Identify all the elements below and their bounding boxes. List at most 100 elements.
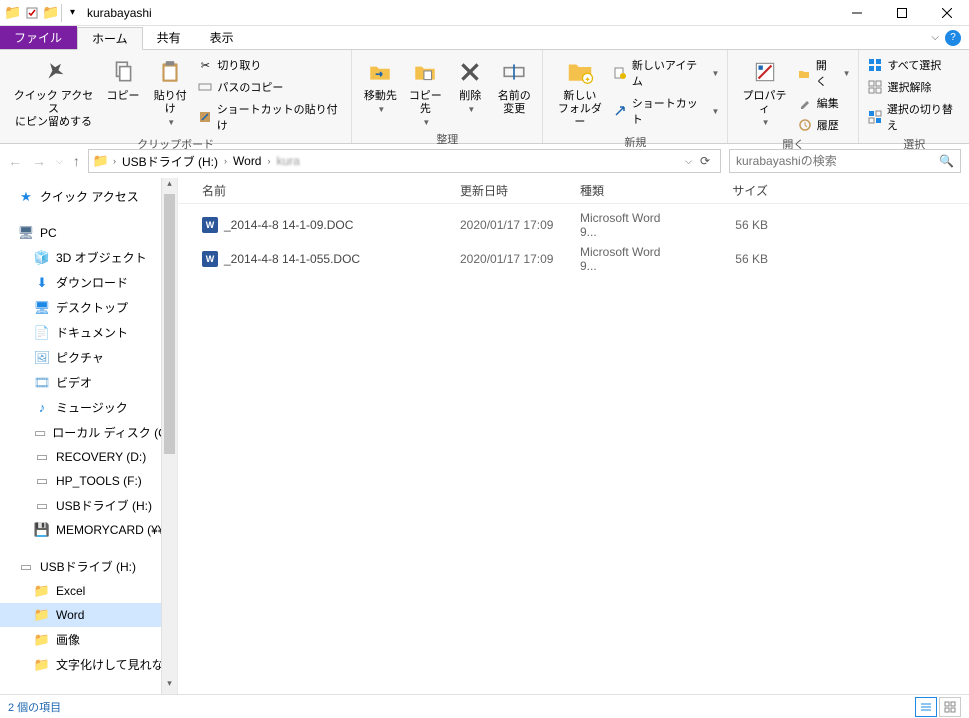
nav-pc-child[interactable]: ♪ミュージック	[0, 395, 177, 420]
scrollbar-thumb[interactable]	[164, 194, 175, 454]
nav-usb-child[interactable]: 📁画像	[0, 627, 177, 652]
breadcrumb-bar[interactable]: 📁 › USBドライブ (H:) › Word › kura ⌵ ⟳	[88, 149, 721, 173]
navigation-pane[interactable]: ★クイック アクセス 🖥PC 🧊3D オブジェクト⬇ダウンロード🖥デスクトップ📄…	[0, 178, 178, 694]
tab-share[interactable]: 共有	[143, 26, 196, 49]
nav-pc-child[interactable]: ⬇ダウンロード	[0, 270, 177, 295]
view-details-button[interactable]	[915, 697, 937, 717]
up-button[interactable]: ↑	[73, 153, 80, 169]
chevron-icon[interactable]: ›	[266, 156, 271, 166]
help-button[interactable]: ?	[945, 30, 961, 46]
ribbon-tabs: ファイル ホーム 共有 表示 ⌵ ?	[0, 26, 969, 50]
select-none-button[interactable]: 選択解除	[865, 78, 963, 96]
copy-button[interactable]: コピー	[101, 54, 145, 105]
nav-usb-child[interactable]: 📁Word	[0, 603, 177, 627]
recent-dropdown[interactable]: ⌵	[56, 156, 63, 167]
properties-button[interactable]: プロパティ ▼	[734, 54, 794, 129]
shortcut-button[interactable]: ショートカット▼	[610, 94, 721, 128]
column-size[interactable]: サイズ	[686, 182, 776, 199]
nav-pc-child[interactable]: ▭ローカル ディスク (C:)	[0, 420, 177, 445]
nav-pc[interactable]: 🖥PC	[0, 221, 177, 245]
file-type: Microsoft Word 9...	[572, 245, 686, 273]
back-button[interactable]: ←	[8, 153, 22, 169]
scroll-down-icon[interactable]: ▾	[162, 678, 177, 694]
scrollbar[interactable]: ▴ ▾	[161, 178, 177, 694]
column-headers: 名前 更新日時 種類 サイズ	[178, 178, 969, 204]
delete-button[interactable]: 削除 ▼	[448, 54, 492, 116]
file-row[interactable]: W_2014-4-8 14-1-055.DOC 2020/01/17 17:09…	[178, 242, 969, 276]
chevron-icon[interactable]: ›	[223, 156, 228, 166]
file-date: 2020/01/17 17:09	[452, 252, 572, 266]
column-name[interactable]: 名前	[194, 182, 452, 199]
word-doc-icon: W	[202, 217, 218, 233]
invert-selection-button[interactable]: 選択の切り替え	[865, 100, 963, 134]
nav-pc-child[interactable]: ▭RECOVERY (D:)	[0, 445, 177, 469]
nav-pc-child[interactable]: 💾MEMORYCARD (¥¥	[0, 518, 177, 542]
close-button[interactable]	[924, 0, 969, 26]
move-to-button[interactable]: 移動先 ▼	[358, 54, 402, 116]
group-select: すべて選択 選択解除 選択の切り替え 選択	[859, 50, 969, 143]
view-large-icons-button[interactable]	[939, 697, 961, 717]
file-type: Microsoft Word 9...	[572, 211, 686, 239]
nav-quick-access[interactable]: ★クイック アクセス	[0, 184, 177, 209]
ribbon-collapse[interactable]: ⌵	[931, 32, 939, 43]
new-item-button[interactable]: 新しいアイテム▼	[610, 56, 721, 90]
minimize-button[interactable]	[834, 0, 879, 26]
new-folder-button[interactable]: ✦ 新しい フォルダー	[549, 54, 610, 132]
breadcrumb-item[interactable]: Word	[229, 150, 265, 172]
file-row[interactable]: W_2014-4-8 14-1-09.DOC 2020/01/17 17:09 …	[178, 208, 969, 242]
dropdown-icon[interactable]: ⌵	[685, 156, 692, 167]
nav-usb-child[interactable]: 📁Excel	[0, 579, 177, 603]
maximize-button[interactable]	[879, 0, 924, 26]
search-icon[interactable]: 🔍	[939, 154, 954, 168]
edit-icon	[797, 95, 813, 111]
nav-usb-drive[interactable]: ▭USBドライブ (H:)	[0, 554, 177, 579]
pin-quick-access-button[interactable]: クイック アクセス にピン留めする	[6, 54, 101, 132]
status-bar: 2 個の項目	[0, 694, 969, 718]
file-list[interactable]: W_2014-4-8 14-1-09.DOC 2020/01/17 17:09 …	[178, 204, 969, 694]
chevron-icon[interactable]: ›	[112, 156, 117, 166]
rename-button[interactable]: 名前の 変更	[492, 54, 536, 118]
column-type[interactable]: 種類	[572, 182, 686, 199]
picture-icon: 🖼	[34, 350, 50, 366]
open-button[interactable]: 開く▼	[795, 56, 853, 90]
nav-pc-child[interactable]: ▭HP_TOOLS (F:)	[0, 469, 177, 493]
nav-network[interactable]: ⚙ネットワーク	[0, 689, 177, 694]
cut-button[interactable]: ✂切り取り	[195, 56, 345, 74]
paste-button[interactable]: 貼り付け ▼	[145, 54, 195, 129]
tab-file[interactable]: ファイル	[0, 26, 77, 49]
refresh-button[interactable]: ⟳	[700, 154, 710, 168]
dropdown-icon: ▼	[422, 118, 430, 127]
column-date[interactable]: 更新日時	[452, 182, 572, 199]
select-all-button[interactable]: すべて選択	[865, 56, 963, 74]
tab-view[interactable]: 表示	[196, 26, 249, 49]
breadcrumb-item[interactable]: USBドライブ (H:)	[118, 150, 222, 172]
drive-icon: ▭	[18, 559, 34, 575]
breadcrumb-item[interactable]: kura	[272, 150, 303, 172]
group-clipboard: クイック アクセス にピン留めする コピー 貼り付け ▼ ✂切り取り パスのコピ…	[0, 50, 352, 143]
scroll-up-icon[interactable]: ▴	[162, 178, 177, 194]
forward-button[interactable]: →	[32, 153, 46, 169]
qat-item-folder[interactable]: 📁	[42, 4, 60, 22]
search-input[interactable]	[736, 154, 926, 168]
drive-icon: ▭	[34, 449, 50, 465]
nav-usb-child[interactable]: 📁文字化けして見れない	[0, 652, 177, 677]
paste-shortcut-button[interactable]: ショートカットの貼り付け	[195, 100, 345, 134]
nav-pc-child[interactable]: 🖼ピクチャ	[0, 345, 177, 370]
search-box[interactable]: 🔍	[729, 149, 961, 173]
status-item-count: 2 個の項目	[8, 699, 61, 715]
qat-customize[interactable]: ▾	[61, 4, 79, 22]
tab-home[interactable]: ホーム	[77, 27, 143, 50]
nav-pc-child[interactable]: 🧊3D オブジェクト	[0, 245, 177, 270]
nav-pc-child[interactable]: 🖥デスクトップ	[0, 295, 177, 320]
copy-path-button[interactable]: パスのコピー	[195, 78, 345, 96]
copy-to-button[interactable]: コピー先 ▼	[402, 54, 448, 129]
video-icon: 🎞	[34, 375, 50, 391]
folder-icon: 📁	[34, 607, 50, 623]
nav-pc-child[interactable]: 🎞ビデオ	[0, 370, 177, 395]
qat-item[interactable]	[23, 4, 41, 22]
history-button[interactable]: 履歴	[795, 116, 853, 134]
nav-pc-child[interactable]: ▭USBドライブ (H:)	[0, 493, 177, 518]
nav-pc-child[interactable]: 📄ドキュメント	[0, 320, 177, 345]
edit-button[interactable]: 編集	[795, 94, 853, 112]
path-icon	[197, 79, 213, 95]
